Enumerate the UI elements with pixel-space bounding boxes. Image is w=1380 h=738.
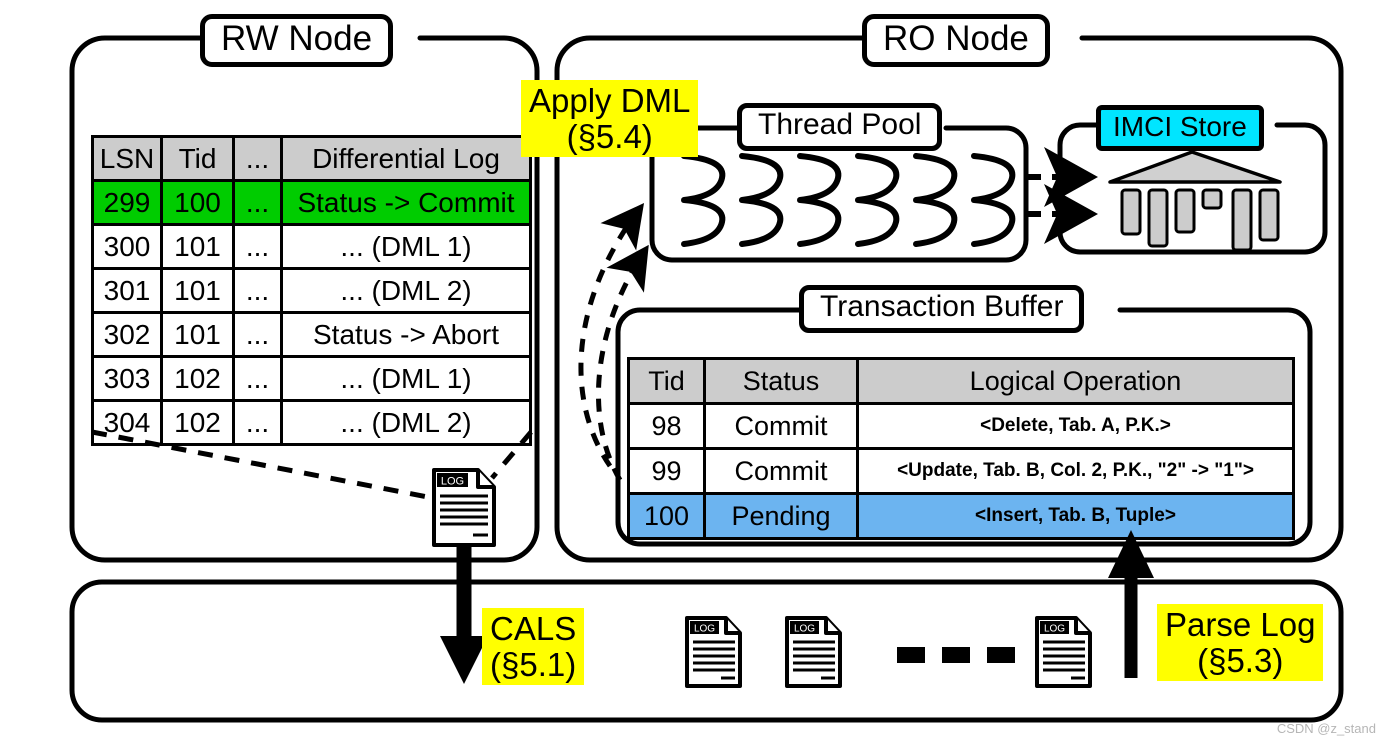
cell-lsn: 300 [91, 223, 163, 270]
table-row[interactable]: 303 102 ... ... (DML 1) [91, 355, 532, 402]
table-row[interactable]: 100 Pending <Insert, Tab. B, Tuple> [627, 492, 1295, 540]
cell-lsn: 304 [91, 399, 163, 446]
thread-pool-title: Thread Pool [737, 103, 943, 151]
watermark: CSDN @z_stand [1276, 721, 1376, 736]
cell-log: ... (DML 2) [280, 267, 532, 314]
cell-log: Status -> Commit [280, 179, 532, 226]
cell-tid: 101 [160, 267, 235, 314]
cell-ellipsis: ... [232, 311, 283, 358]
cell-tid: 102 [160, 399, 235, 446]
callout-cals: CALS (§5.1) [482, 608, 585, 686]
table-row[interactable]: 99 Commit <Update, Tab. B, Col. 2, P.K.,… [627, 447, 1295, 495]
cell-lsn: 301 [91, 267, 163, 314]
cell-log: ... (DML 2) [280, 399, 532, 446]
column-header-tid: Tid [160, 135, 235, 182]
column-header-logical-operation: Logical Operation [856, 357, 1295, 405]
cell-tid: 100 [160, 179, 235, 226]
table-row[interactable]: 299 100 ... Status -> Commit [91, 179, 532, 226]
column-header-tid: Tid [627, 357, 706, 405]
cell-tid: 100 [627, 492, 706, 540]
cell-tid: 98 [627, 402, 706, 450]
transaction-buffer-table: Tid Status Logical Operation 98 Commit <… [627, 357, 1295, 540]
table-row[interactable]: 302 101 ... Status -> Abort [91, 311, 532, 358]
cell-tid: 101 [160, 223, 235, 270]
diagram-canvas: RW Node RO Node Thread Pool IMCI Store T… [0, 0, 1380, 738]
cell-log: ... (DML 1) [280, 223, 532, 270]
callout-parse-log: Parse Log (§5.3) [1157, 604, 1324, 682]
cell-lsn: 303 [91, 355, 163, 402]
ro-node-title: RO Node [862, 14, 1050, 67]
table-header-row: LSN Tid ... Differential Log [91, 135, 532, 182]
transaction-buffer-title: Transaction Buffer [799, 285, 1085, 333]
cell-status: Pending [703, 492, 859, 540]
cell-lsn: 302 [91, 311, 163, 358]
callout-cals-line2: (§5.1) [490, 645, 577, 683]
callout-apply-dml-line2: (§5.4) [566, 117, 653, 155]
column-header-ellipsis: ... [232, 135, 283, 182]
cell-ellipsis: ... [232, 399, 283, 446]
cell-lsn: 299 [91, 179, 163, 226]
callout-apply-dml: Apply DML (§5.4) [521, 80, 699, 158]
differential-log-table: LSN Tid ... Differential Log 299 100 ...… [91, 135, 532, 446]
callout-parse-log-line2: (§5.3) [1197, 641, 1284, 679]
cell-ellipsis: ... [232, 355, 283, 402]
cell-operation: <Update, Tab. B, Col. 2, P.K., "2" -> "1… [856, 447, 1295, 495]
table-row[interactable]: 304 102 ... ... (DML 2) [91, 399, 532, 446]
shared-storage-container [69, 579, 1344, 723]
cell-tid: 102 [160, 355, 235, 402]
table-header-row: Tid Status Logical Operation [627, 357, 1295, 405]
cell-log: ... (DML 1) [280, 355, 532, 402]
imci-store-title: IMCI Store [1096, 105, 1264, 151]
table-row[interactable]: 300 101 ... ... (DML 1) [91, 223, 532, 270]
column-header-differential-log: Differential Log [280, 135, 532, 182]
callout-cals-line1: CALS [490, 610, 577, 647]
cell-ellipsis: ... [232, 179, 283, 226]
rw-node-title: RW Node [200, 14, 394, 67]
cell-ellipsis: ... [232, 267, 283, 314]
table-row[interactable]: 301 101 ... ... (DML 2) [91, 267, 532, 314]
cell-operation: <Insert, Tab. B, Tuple> [856, 492, 1295, 540]
cell-status: Commit [703, 447, 859, 495]
column-header-lsn: LSN [91, 135, 163, 182]
cell-status: Commit [703, 402, 859, 450]
table-row[interactable]: 98 Commit <Delete, Tab. A, P.K.> [627, 402, 1295, 450]
column-header-status: Status [703, 357, 859, 405]
cell-log: Status -> Abort [280, 311, 532, 358]
cell-operation: <Delete, Tab. A, P.K.> [856, 402, 1295, 450]
cell-tid: 101 [160, 311, 235, 358]
callout-apply-dml-line1: Apply DML [529, 82, 691, 119]
callout-parse-log-line1: Parse Log [1165, 606, 1316, 643]
cell-ellipsis: ... [232, 223, 283, 270]
cell-tid: 99 [627, 447, 706, 495]
